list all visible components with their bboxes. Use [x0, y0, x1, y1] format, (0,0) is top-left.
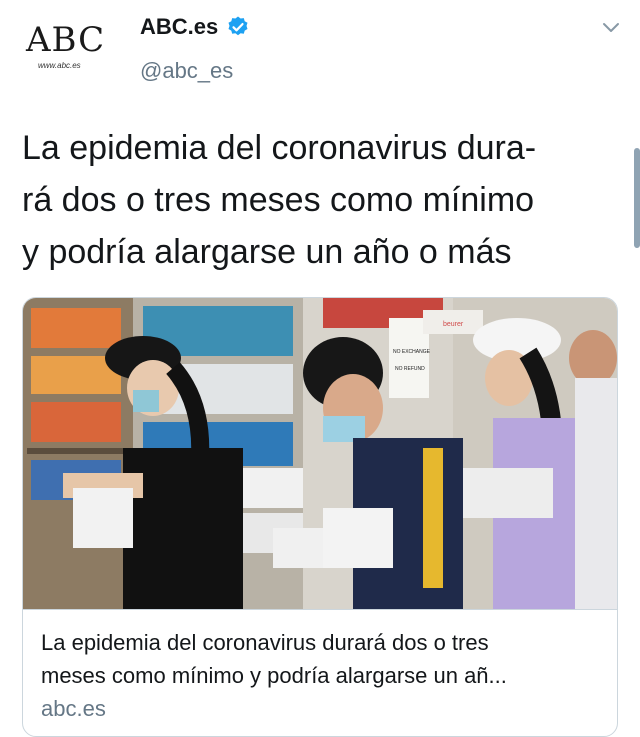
card-image[interactable]: NO EXCHANGE NO REFUND beurer	[23, 298, 617, 609]
author-name-row[interactable]: ABC.es	[140, 14, 250, 40]
tweet-text: La epidemia del coronavirus dura- rá dos…	[22, 122, 622, 278]
tweet-text-line: La epidemia del coronavirus dura-	[22, 129, 537, 167]
verified-badge-icon	[228, 16, 248, 36]
display-name[interactable]: ABC.es	[140, 14, 218, 40]
avatar-logo: ABC	[26, 20, 106, 60]
sign-no-refund: NO REFUND	[395, 366, 425, 372]
scrollbar[interactable]	[634, 148, 640, 248]
card-body[interactable]: La epidemia del coronavirus durará dos o…	[23, 609, 617, 721]
card-title-line: meses como mínimo y podría alargarse un …	[41, 663, 507, 688]
tweet-text-line: y podría alargarse un año o más	[22, 233, 512, 271]
sign-no-exchange: NO EXCHANGE	[393, 349, 431, 355]
tweet-text-line: rá dos o tres meses como mínimo	[22, 181, 535, 219]
avatar[interactable]: ABC www.abc.es	[22, 18, 118, 74]
sign-beurer: beurer	[443, 321, 464, 328]
card-domain[interactable]: abc.es	[41, 696, 106, 722]
avatar-url: www.abc.es	[38, 61, 81, 70]
card-title-line: La epidemia del coronavirus durará dos o…	[41, 630, 489, 655]
chevron-down-icon[interactable]	[600, 16, 622, 38]
link-card[interactable]: NO EXCHANGE NO REFUND beurer La epidemia…	[22, 297, 618, 737]
tweet-header: ABC www.abc.es ABC.es @abc_es	[0, 0, 640, 100]
card-title[interactable]: La epidemia del coronavirus durará dos o…	[41, 626, 601, 692]
author-handle[interactable]: @abc_es	[140, 58, 233, 84]
